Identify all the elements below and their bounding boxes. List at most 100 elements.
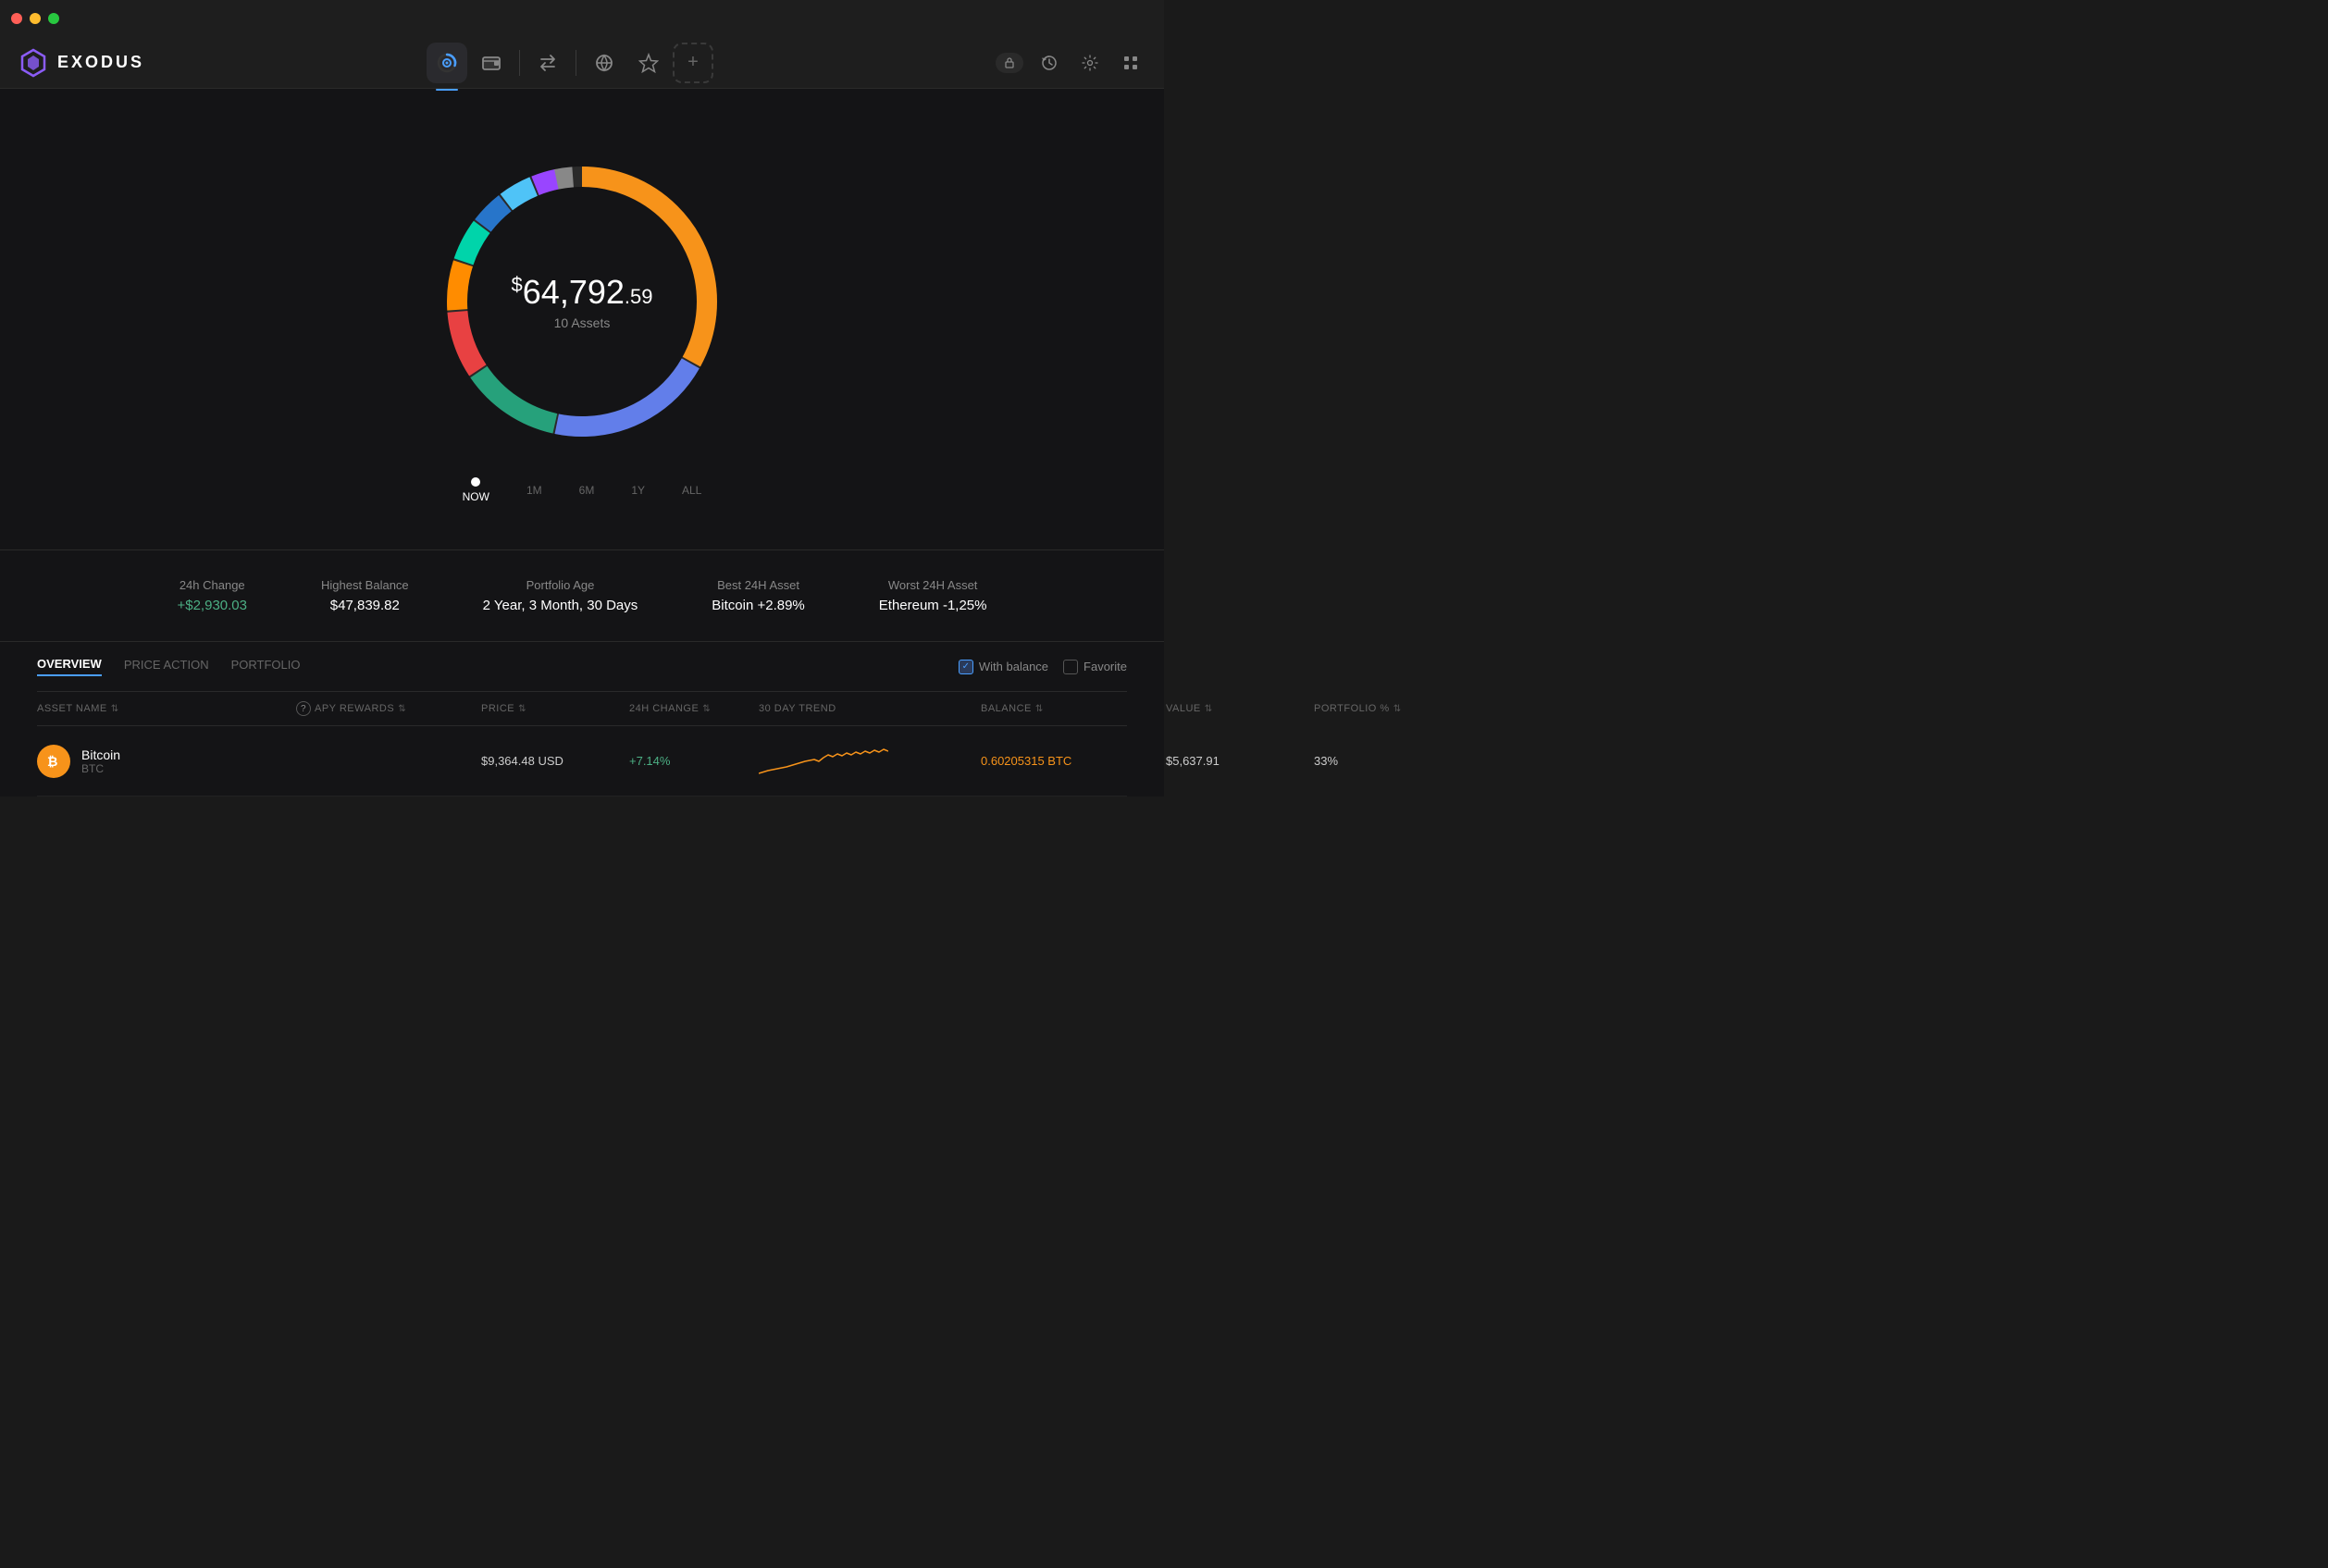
stat-highest-label: Highest Balance <box>321 578 409 592</box>
sort-icon-apy[interactable]: ⇅ <box>398 704 406 714</box>
timeline-label-all: ALL <box>682 484 701 497</box>
th-asset-name: ASSET NAME ⇅ <box>37 701 296 716</box>
grid-icon <box>1122 55 1139 71</box>
tab-price-action[interactable]: PRICE ACTION <box>124 658 209 675</box>
sort-icon-change[interactable]: ⇅ <box>702 704 711 714</box>
donut-center: $64,792.59 10 Assets <box>512 273 653 330</box>
nav-divider-1 <box>519 50 520 76</box>
timeline-dot-now <box>471 477 480 487</box>
stat-24h-value: +$2,930.03 <box>177 598 247 613</box>
svg-text:₿: ₿ <box>47 754 57 769</box>
asset-info-btc: ₿ Bitcoin BTC <box>37 745 296 778</box>
timeline-1y[interactable]: 1Y <box>631 484 645 497</box>
nav-exchange[interactable] <box>527 43 568 83</box>
th-portfolio-pct: PORTFOLIO % ⇅ <box>1314 701 1425 716</box>
filter-favorite[interactable]: Favorite <box>1063 660 1127 674</box>
exodus-logo-icon <box>19 48 48 78</box>
filter-balance-label: With balance <box>979 660 1048 673</box>
lock-toggle[interactable] <box>996 53 1023 73</box>
timeline-now[interactable]: NOW <box>463 477 489 503</box>
btc-logo: ₿ <box>44 752 63 771</box>
btc-trend <box>759 741 981 781</box>
btc-price: $9,364.48 USD <box>481 754 629 768</box>
tab-overview[interactable]: OVERVIEW <box>37 657 102 676</box>
filter-favorite-label: Favorite <box>1084 660 1127 673</box>
logo-text: EXODUS <box>57 53 144 72</box>
portfolio-balance: $64,792.59 <box>512 273 653 312</box>
tab-filters: ✓ With balance Favorite <box>959 660 1127 674</box>
history-icon <box>1041 55 1058 71</box>
currency-symbol: $ <box>512 273 523 296</box>
stat-highest-value: $47,839.82 <box>321 598 409 613</box>
sort-icon-pct[interactable]: ⇅ <box>1393 704 1402 714</box>
timeline-6m[interactable]: 6M <box>579 484 595 497</box>
timeline-label-1y: 1Y <box>631 484 645 497</box>
tab-portfolio[interactable]: PORTFOLIO <box>231 658 301 675</box>
stat-24h-label: 24h Change <box>177 578 247 592</box>
nav-right <box>996 48 1145 78</box>
sort-icon-name[interactable]: ⇅ <box>111 704 119 714</box>
timeline-label-now: NOW <box>463 490 489 503</box>
traffic-light-red[interactable] <box>11 13 22 24</box>
table-header: ASSET NAME ⇅ ? APY REWARDS ⇅ PRICE ⇅ 24H… <box>37 692 1127 726</box>
stat-24h-change: 24h Change +$2,930.03 <box>177 578 247 613</box>
nav-center: + <box>427 43 713 83</box>
th-balance: BALANCE ⇅ <box>981 701 1166 716</box>
timeline-all[interactable]: ALL <box>682 484 701 497</box>
nav-earn[interactable] <box>628 43 669 83</box>
nav-portfolio[interactable] <box>427 43 467 83</box>
nav-add[interactable]: + <box>673 43 713 83</box>
sort-icon-value[interactable]: ⇅ <box>1205 704 1213 714</box>
th-value: VALUE ⇅ <box>1166 701 1314 716</box>
traffic-light-yellow[interactable] <box>30 13 41 24</box>
traffic-light-green[interactable] <box>48 13 59 24</box>
sort-icon-balance[interactable]: ⇅ <box>1035 704 1044 714</box>
btc-icon: ₿ <box>37 745 70 778</box>
nav-add-icon: + <box>687 52 699 73</box>
apy-help-icon[interactable]: ? <box>296 701 311 716</box>
settings-button[interactable] <box>1075 48 1105 78</box>
balance-cents: .59 <box>625 285 653 308</box>
stat-best-24h: Best 24H Asset Bitcoin +2.89% <box>712 578 804 613</box>
table-area: OVERVIEW PRICE ACTION PORTFOLIO ✓ With b… <box>0 642 1164 796</box>
stats-row: 24h Change +$2,930.03 Highest Balance $4… <box>0 549 1164 642</box>
asset-count: 10 Assets <box>512 315 653 330</box>
th-apy: ? APY REWARDS ⇅ <box>296 701 481 716</box>
btc-mini-chart <box>759 741 888 778</box>
apps-grid-button[interactable] <box>1116 48 1145 78</box>
lock-icon <box>1003 56 1016 69</box>
th-price: PRICE ⇅ <box>481 701 629 716</box>
th-24h-change: 24H CHANGE ⇅ <box>629 701 759 716</box>
stat-age-value: 2 Year, 3 Month, 30 Days <box>483 598 638 613</box>
btc-balance: 0.60205315 BTC <box>981 754 1166 768</box>
filter-balance-check: ✓ <box>959 660 973 674</box>
stat-age-label: Portfolio Age <box>483 578 638 592</box>
btc-change: +7.14% <box>629 754 759 768</box>
btc-value: $5,637.91 <box>1166 754 1314 768</box>
stat-worst-24h: Worst 24H Asset Ethereum -1,25% <box>879 578 987 613</box>
chart-area: $64,792.59 10 Assets NOW 1M 6M 1Y ALL <box>0 126 1164 531</box>
btc-name-group: Bitcoin BTC <box>81 747 120 775</box>
nav-apps[interactable] <box>584 43 625 83</box>
donut-chart: $64,792.59 10 Assets <box>425 144 739 459</box>
stat-highest-balance: Highest Balance $47,839.82 <box>321 578 409 613</box>
asset-table: ASSET NAME ⇅ ? APY REWARDS ⇅ PRICE ⇅ 24H… <box>37 692 1127 796</box>
logo[interactable]: EXODUS <box>19 48 144 78</box>
navbar: EXODUS <box>0 37 1164 89</box>
settings-icon <box>1082 55 1098 71</box>
stat-portfolio-age: Portfolio Age 2 Year, 3 Month, 30 Days <box>483 578 638 613</box>
timeline-label-6m: 6M <box>579 484 595 497</box>
timeline-1m[interactable]: 1M <box>526 484 542 497</box>
titlebar <box>0 0 1164 37</box>
sort-icon-price[interactable]: ⇅ <box>518 704 526 714</box>
history-button[interactable] <box>1034 48 1064 78</box>
timeline: NOW 1M 6M 1Y ALL <box>463 477 702 503</box>
nav-wallet[interactable] <box>471 43 512 83</box>
filter-favorite-check <box>1063 660 1078 674</box>
th-trend: 30 DAY TREND <box>759 701 981 716</box>
timeline-label-1m: 1M <box>526 484 542 497</box>
filter-with-balance[interactable]: ✓ With balance <box>959 660 1048 674</box>
stat-best-value: Bitcoin +2.89% <box>712 598 804 613</box>
table-row[interactable]: ₿ Bitcoin BTC $9,364.48 USD +7.14% <box>37 726 1127 796</box>
table-tabs: OVERVIEW PRICE ACTION PORTFOLIO ✓ With b… <box>37 642 1127 692</box>
